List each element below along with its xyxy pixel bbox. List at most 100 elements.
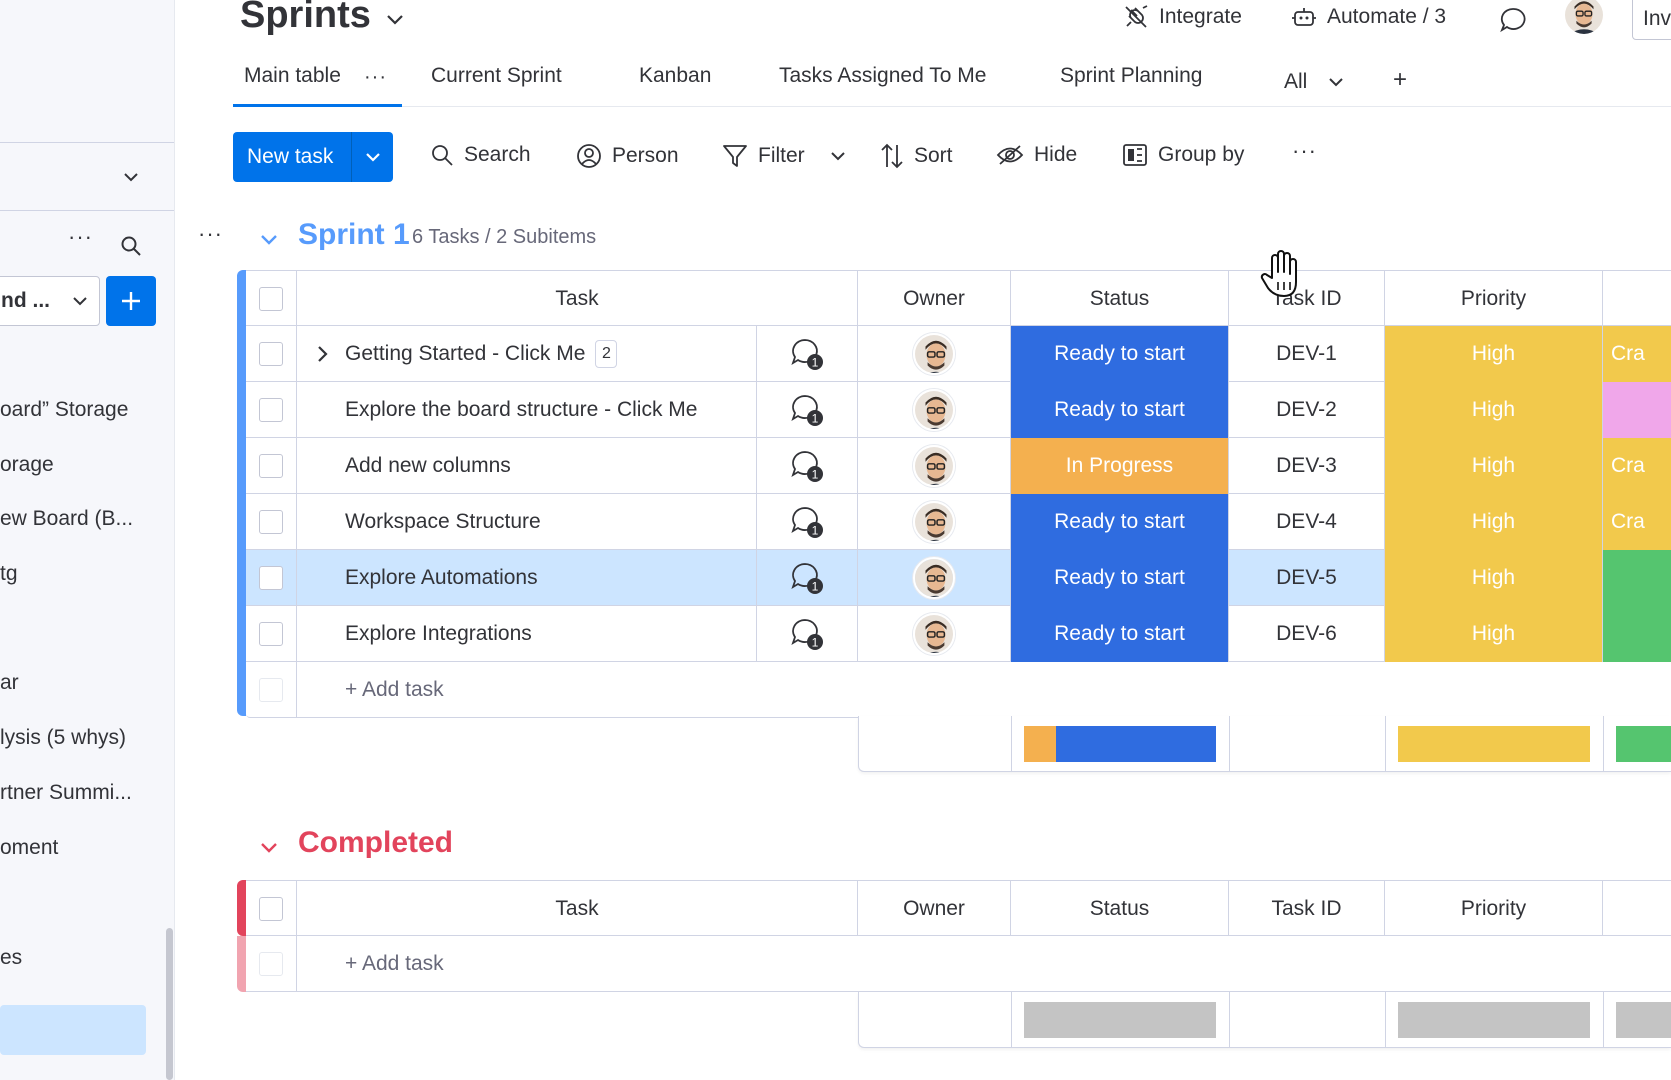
column-header-status[interactable]: Status [1011,881,1229,937]
chevron-down-icon[interactable] [258,228,280,250]
tab-current-sprint[interactable]: Current Sprint [431,64,562,88]
group-by-button[interactable]: Group by [1122,143,1244,167]
priority-cell[interactable]: High [1385,494,1603,550]
row-checkbox[interactable] [259,566,283,590]
column-header-extra[interactable] [1603,271,1671,327]
add-view-button[interactable]: + [1393,66,1407,94]
updates-cell[interactable]: 1 [757,326,858,382]
updates-cell[interactable]: 1 [757,382,858,438]
owner-cell[interactable] [858,606,1011,662]
column-header-task[interactable]: Task [297,271,858,327]
person-filter-button[interactable]: Person [576,143,679,169]
table-row[interactable]: Getting Started - Click Me 2 1 Ready to sta… [246,326,1671,382]
sidebar-item[interactable]: ar [0,671,19,695]
priority-distribution-bar[interactable] [1398,1002,1590,1038]
tab-more-icon[interactable]: ··· [364,66,387,89]
invite-button[interactable]: Inv [1632,0,1671,40]
status-cell[interactable]: Ready to start [1011,326,1229,382]
more-actions-icon[interactable]: ··· [1292,138,1317,164]
new-task-button[interactable]: New task [233,132,393,182]
task-name-cell[interactable]: Getting Started - Click Me 2 [297,326,757,382]
task-name[interactable]: Explore Integrations [345,622,532,646]
updates-cell[interactable]: 1 [757,494,858,550]
avatar[interactable] [913,613,955,655]
extra-cell[interactable]: Cra [1603,438,1671,494]
chevron-down-icon[interactable] [829,147,847,165]
group-menu-icon[interactable]: ··· [198,223,223,245]
add-update-icon[interactable]: 1 [789,392,825,428]
column-header-owner[interactable]: Owner [858,271,1011,327]
status-distribution-bar[interactable] [1024,726,1216,762]
tab-all[interactable]: All [1284,70,1343,94]
extra-cell[interactable]: Cra [1603,326,1671,382]
task-name[interactable]: Getting Started - Click Me [345,342,585,366]
add-update-icon[interactable]: 1 [789,504,825,540]
tab-kanban[interactable]: Kanban [639,64,711,88]
task-name-cell[interactable]: Explore Integrations [297,606,757,662]
extra-cell[interactable] [1603,382,1671,438]
task-name[interactable]: Explore the board structure - Click Me [345,398,697,422]
sidebar-item-active[interactable] [0,1005,146,1055]
add-task-input[interactable]: + Add task [297,936,1671,992]
filter-button[interactable]: Filter [722,143,847,169]
task-id-cell[interactable]: DEV-5 [1229,550,1385,606]
add-task-input[interactable]: + Add task [297,662,1671,718]
extra-cell[interactable]: Cra [1603,494,1671,550]
task-id-cell[interactable]: DEV-3 [1229,438,1385,494]
owner-cell[interactable] [858,438,1011,494]
table-row[interactable]: Workspace Structure 1 Ready to start DEV-4 H… [246,494,1671,550]
table-row[interactable]: Explore Automations 1 Ready to start DEV-5 H… [246,550,1671,606]
task-name-cell[interactable]: Explore the board structure - Click Me [297,382,757,438]
row-check-cell[interactable] [246,382,297,438]
sidebar-item[interactable]: ew Board (B... [0,507,133,531]
row-checkbox[interactable] [259,622,283,646]
row-check-cell[interactable] [246,438,297,494]
row-checkbox[interactable] [259,510,283,534]
select-all-cell[interactable] [246,881,297,937]
column-header-task[interactable]: Task [297,881,858,937]
extra-cell[interactable] [1603,606,1671,662]
status-cell[interactable]: Ready to start [1011,550,1229,606]
row-checkbox[interactable] [259,342,283,366]
priority-cell[interactable]: High [1385,606,1603,662]
sidebar-item[interactable]: tg [0,562,18,586]
add-update-icon[interactable]: 1 [789,616,825,652]
extra-cell[interactable] [1603,550,1671,606]
avatar[interactable] [913,333,955,375]
chevron-right-icon[interactable] [312,344,332,364]
select-all-checkbox[interactable] [259,287,283,311]
task-name-cell[interactable]: Add new columns [297,438,757,494]
task-name[interactable]: Explore Automations [345,566,538,590]
automate-button[interactable]: Automate / 3 [1291,4,1446,30]
updates-icon[interactable] [1499,6,1527,34]
column-header-extra[interactable] [1603,881,1671,937]
tab-tasks-assigned[interactable]: Tasks Assigned To Me [779,64,986,88]
owner-cell[interactable] [858,382,1011,438]
table-row[interactable]: Explore Integrations 1 Ready to start DEV-6… [246,606,1671,662]
status-cell[interactable]: Ready to start [1011,606,1229,662]
new-task-dropdown[interactable] [352,148,393,166]
board-title[interactable]: Sprints [240,0,371,37]
sidebar-item[interactable]: oard” Storage [0,398,128,422]
sort-button[interactable]: Sort [880,143,953,169]
row-check-cell[interactable] [246,494,297,550]
owner-cell[interactable] [858,494,1011,550]
add-update-icon[interactable]: 1 [789,560,825,596]
row-check-cell[interactable] [246,550,297,606]
task-id-cell[interactable]: DEV-4 [1229,494,1385,550]
sidebar-scrollbar[interactable] [166,928,173,1080]
chevron-down-icon[interactable] [384,8,406,30]
task-name-cell[interactable]: Workspace Structure [297,494,757,550]
avatar[interactable] [1565,0,1603,34]
task-name-cell[interactable]: Explore Automations [297,550,757,606]
chevron-down-icon[interactable] [258,836,280,858]
task-name[interactable]: Add new columns [345,454,511,478]
owner-cell[interactable] [858,550,1011,606]
avatar[interactable] [913,445,955,487]
priority-cell[interactable]: High [1385,550,1603,606]
table-row[interactable]: Explore the board structure - Click Me 1 R… [246,382,1671,438]
avatar[interactable] [913,501,955,543]
row-checkbox[interactable] [259,454,283,478]
column-header-status[interactable]: Status [1011,271,1229,327]
tab-sprint-planning[interactable]: Sprint Planning [1060,64,1202,88]
